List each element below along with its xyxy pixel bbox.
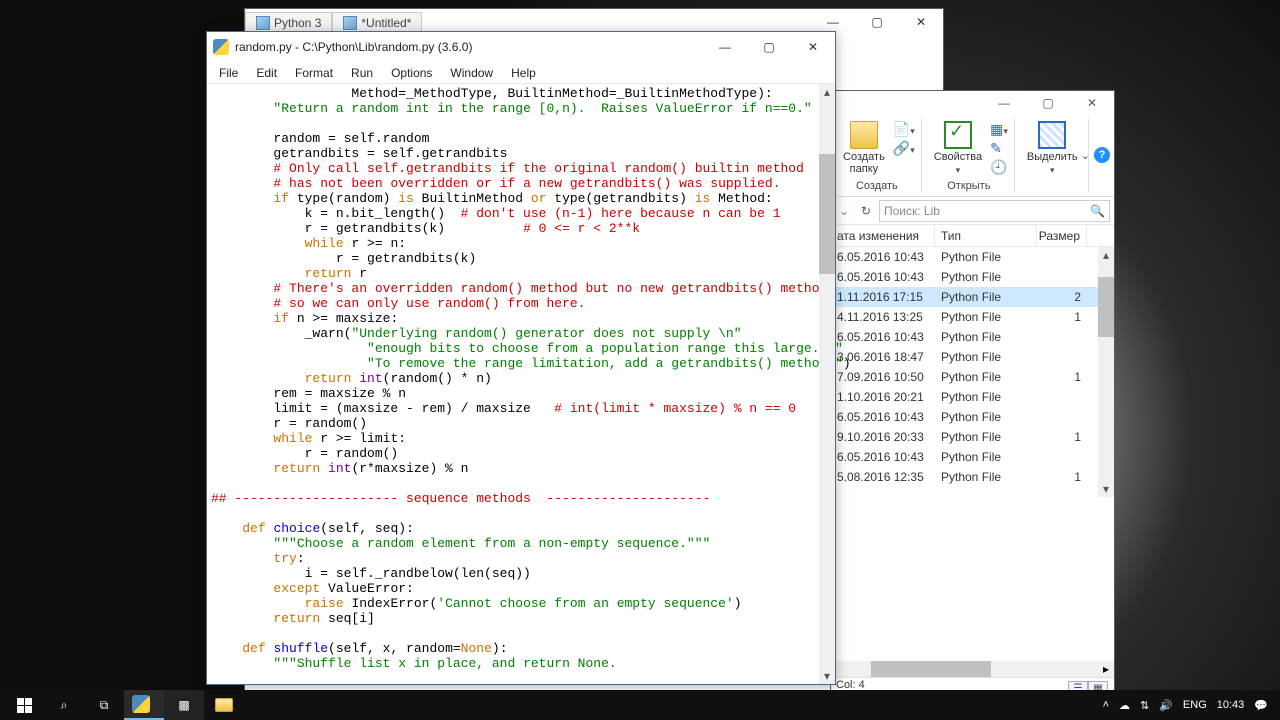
python-doc-icon <box>256 16 270 30</box>
volume-icon[interactable]: 🔊 <box>1159 699 1173 712</box>
table-row[interactable]: 6.05.2016 10:43Python File <box>831 247 1114 267</box>
history-dropdown-icon[interactable]: ⌄ <box>835 204 853 218</box>
maximize-button[interactable]: ▢ <box>855 9 899 35</box>
maximize-button[interactable]: ▢ <box>747 32 791 62</box>
python-app-icon <box>213 39 229 55</box>
search-input[interactable]: Поиск: Lib 🔍 <box>879 200 1110 222</box>
minimize-button[interactable]: — <box>703 32 747 62</box>
close-button[interactable]: ✕ <box>1070 91 1114 115</box>
scroll-right-icon[interactable]: ▸ <box>1098 661 1114 677</box>
language-indicator[interactable]: ENG <box>1183 699 1207 711</box>
table-row[interactable]: 6.05.2016 10:43Python File <box>831 267 1114 287</box>
onedrive-icon[interactable]: ☁ <box>1119 699 1130 712</box>
taskbar: ⌕ ⧉ ▩ ˄ ☁ ⇅ 🔊 ENG 10:43 💬 <box>0 690 1280 720</box>
menu-window[interactable]: Window <box>442 64 501 82</box>
taskbar-app-cmd[interactable]: ▩ <box>164 690 204 720</box>
scroll-thumb[interactable] <box>1098 277 1114 337</box>
menu-edit[interactable]: Edit <box>248 64 285 82</box>
open-icon[interactable]: ▦▾ <box>990 121 1008 138</box>
search-placeholder: Поиск: Lib <box>884 204 940 218</box>
table-row[interactable]: 7.09.2016 10:50Python File1 <box>831 367 1114 387</box>
menu-bar: File Edit Format Run Options Window Help <box>207 62 835 84</box>
file-explorer-window: — ▢ ✕ Создать папку 📄▾ 🔗▾ Создать С <box>830 90 1115 700</box>
system-tray: ˄ ☁ ⇅ 🔊 ENG 10:43 💬 <box>1103 699 1276 712</box>
scroll-thumb[interactable] <box>819 154 835 274</box>
select-button[interactable]: Выделить ▾ <box>1023 119 1082 178</box>
close-button[interactable]: ✕ <box>791 32 835 62</box>
minimize-button[interactable]: — <box>982 91 1026 115</box>
menu-format[interactable]: Format <box>287 64 341 82</box>
properties-icon <box>944 121 972 149</box>
menu-help[interactable]: Help <box>503 64 544 82</box>
scroll-up-icon[interactable]: ▴ <box>819 84 835 100</box>
tab-python3[interactable]: Python 3 <box>245 12 332 33</box>
hscroll-thumb[interactable] <box>871 661 991 677</box>
new-item-icon[interactable]: 📄▾ <box>893 121 915 138</box>
header-date: ата изменения <box>831 225 935 246</box>
header-size: Размер <box>1037 225 1087 246</box>
edit-icon[interactable]: ✎ <box>990 140 1008 157</box>
python-doc-icon <box>343 16 357 30</box>
taskbar-app-idle[interactable] <box>124 690 164 720</box>
table-row[interactable]: 9.10.2016 20:33Python File1 <box>831 427 1114 447</box>
refresh-icon[interactable]: ↻ <box>857 204 875 218</box>
code-editor[interactable]: Method=_MethodType, BuiltinMethod=_Built… <box>207 84 835 684</box>
tab-untitled[interactable]: *Untitled* <box>332 12 422 33</box>
search-icon[interactable]: 🔍 <box>1090 204 1105 218</box>
table-row[interactable]: 5.08.2016 12:35Python File1 <box>831 467 1114 487</box>
properties-button[interactable]: Свойства ▾ <box>930 119 986 178</box>
menu-file[interactable]: File <box>211 64 246 82</box>
history-icon[interactable]: 🕘 <box>990 159 1008 176</box>
scroll-down-icon[interactable]: ▾ <box>819 668 835 684</box>
table-row[interactable]: 6.05.2016 10:43Python File <box>831 327 1114 347</box>
notifications-icon[interactable]: 💬 <box>1254 699 1268 712</box>
window-title: random.py - C:\Python\Lib\random.py (3.6… <box>235 40 472 54</box>
close-button[interactable]: ✕ <box>899 9 943 35</box>
table-row[interactable]: 6.05.2016 10:43Python File <box>831 447 1114 467</box>
table-row[interactable]: 1.11.2016 17:15Python File2 <box>831 287 1114 307</box>
clock[interactable]: 10:43 <box>1217 699 1245 711</box>
table-row[interactable]: 4.11.2016 13:25Python File1 <box>831 307 1114 327</box>
idle-editor-window: random.py - C:\Python\Lib\random.py (3.6… <box>206 31 836 685</box>
maximize-button[interactable]: ▢ <box>1026 91 1070 115</box>
collapse-ribbon-icon[interactable]: ⌄ <box>1081 149 1090 162</box>
select-icon <box>1038 121 1066 149</box>
help-icon[interactable]: ? <box>1094 147 1110 163</box>
code-content[interactable]: Method=_MethodType, BuiltinMethod=_Built… <box>207 84 835 673</box>
scroll-down-icon[interactable]: ▾ <box>1098 481 1114 497</box>
column-headers[interactable]: ата изменения Тип Размер <box>831 225 1114 247</box>
folder-icon <box>850 121 878 149</box>
search-button[interactable]: ⌕ <box>44 690 84 720</box>
network-icon[interactable]: ⇅ <box>1140 699 1149 712</box>
easy-access-icon[interactable]: 🔗▾ <box>893 140 915 157</box>
menu-run[interactable]: Run <box>343 64 381 82</box>
task-view-button[interactable]: ⧉ <box>84 690 124 720</box>
header-type: Тип <box>935 225 1037 246</box>
explorer-ribbon: Создать папку 📄▾ 🔗▾ Создать Свойства ▾ ▦… <box>831 115 1114 197</box>
start-button[interactable] <box>4 690 44 720</box>
tray-overflow-icon[interactable]: ˄ <box>1103 699 1109 711</box>
scroll-up-icon[interactable]: ▴ <box>1098 247 1114 263</box>
table-row[interactable]: 1.10.2016 20:21Python File <box>831 387 1114 407</box>
file-list[interactable]: ▴ ▾ 6.05.2016 10:43Python File6.05.2016 … <box>831 247 1114 497</box>
new-folder-button[interactable]: Создать папку <box>839 119 889 177</box>
menu-options[interactable]: Options <box>383 64 440 82</box>
taskbar-app-explorer[interactable] <box>204 690 244 720</box>
table-row[interactable]: 3.06.2016 18:47Python File <box>831 347 1114 367</box>
table-row[interactable]: 6.05.2016 10:43Python File <box>831 407 1114 427</box>
